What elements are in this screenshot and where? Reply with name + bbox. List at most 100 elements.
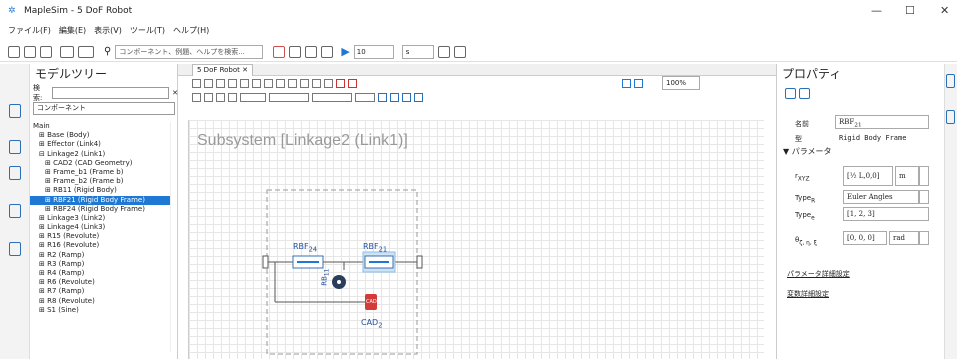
typer-select[interactable]: Euler Angles — [843, 190, 919, 204]
dropdown-icon[interactable] — [919, 231, 929, 245]
run-simulation-icon[interactable]: ▶ — [341, 45, 349, 58]
up-icon[interactable] — [204, 78, 213, 88]
theta-unit-select[interactable]: rad — [889, 231, 919, 245]
hierarchy-tab-icon[interactable] — [9, 166, 21, 180]
menu-help[interactable]: ヘルプ(H) — [173, 25, 209, 39]
stop-icon[interactable] — [348, 78, 357, 88]
maximize-button[interactable]: ☐ — [905, 4, 915, 17]
tree-item[interactable]: ⊞ R15 (Revolute) — [30, 232, 170, 241]
align-right-icon[interactable] — [402, 92, 411, 102]
minimize-button[interactable]: — — [871, 4, 882, 17]
theta-field[interactable]: [0, 0, 0] — [843, 231, 887, 245]
tree-item[interactable]: ⊟ Linkage2 (Link1) — [30, 150, 170, 159]
align-icon[interactable] — [288, 78, 297, 88]
parameter-details-link[interactable]: パラメータ詳細設定 — [787, 269, 850, 279]
menu-view[interactable]: 表示(V) — [94, 25, 122, 39]
align-center-icon[interactable] — [390, 92, 399, 102]
name-field[interactable]: RBF21 — [835, 115, 929, 129]
dropdown-icon[interactable] — [919, 190, 929, 204]
menu-file[interactable]: ファイル(F) — [8, 25, 51, 39]
tree-item[interactable]: ⊞ Linkage4 (Link3) — [30, 223, 170, 232]
break-icon[interactable] — [336, 78, 345, 88]
tree-item[interactable]: ⊞ RBF24 (Rigid Body Frame) — [30, 205, 170, 214]
plot-icon[interactable] — [273, 45, 286, 58]
view-mode-icon[interactable] — [622, 78, 631, 88]
rxyz-field[interactable]: [½ L,0,0] — [843, 166, 893, 186]
flip-icon[interactable] — [324, 78, 333, 88]
list-view-icon[interactable] — [799, 88, 810, 99]
subsystem-icon[interactable] — [264, 78, 273, 88]
distribute-icon[interactable] — [300, 78, 309, 88]
tree-item[interactable]: ⊞ S1 (Sine) — [30, 306, 170, 315]
tree-item[interactable]: ⊞ Frame_b2 (Frame b) — [30, 177, 170, 186]
zoom-select[interactable]: 100% — [662, 76, 700, 90]
align-top-icon[interactable] — [414, 92, 423, 102]
home-icon[interactable] — [192, 78, 201, 88]
tree-item[interactable]: ⊞ R4 (Ramp) — [30, 269, 170, 278]
lock-icon[interactable] — [946, 74, 955, 88]
group-icon[interactable] — [276, 78, 285, 88]
grid-view-icon[interactable] — [785, 88, 796, 99]
rxyz-unit-select[interactable]: m — [895, 166, 919, 186]
frame-b1-port[interactable] — [262, 255, 269, 269]
layout-icon[interactable] — [228, 78, 237, 88]
frame-b2-port[interactable] — [416, 255, 423, 269]
tree-item[interactable]: ⊞ R16 (Revolute) — [30, 241, 170, 250]
tree-item[interactable]: ⊞ CAD2 (CAD Geometry) — [30, 159, 170, 168]
tree-item[interactable]: ⊞ R6 (Revolute) — [30, 278, 170, 287]
tree-item[interactable]: ⊞ Base (Body) — [30, 131, 170, 140]
tree-item[interactable]: ⊞ RBF21 (Rigid Body Frame) — [30, 195, 170, 205]
component-search-input[interactable]: コンポーネント、例題、ヘルプを検索... — [115, 44, 264, 59]
tree-scrollbar[interactable] — [170, 122, 178, 352]
doc-icon[interactable] — [946, 110, 955, 124]
ellipse-icon[interactable] — [228, 92, 237, 102]
model-tree-tab-icon[interactable] — [9, 104, 21, 118]
tree-item[interactable]: ⊞ Effector (Link4) — [30, 140, 170, 149]
color-picker-icon[interactable] — [240, 92, 266, 102]
menu-tools[interactable]: ツール(T) — [130, 25, 165, 39]
table-icon[interactable] — [305, 45, 318, 58]
tree-item[interactable]: Main — [30, 122, 170, 131]
search-tab-icon[interactable] — [9, 140, 21, 154]
arrange-icon[interactable] — [355, 92, 375, 102]
line-icon[interactable] — [204, 92, 213, 102]
typee-field[interactable]: [1, 2, 3] — [843, 207, 929, 221]
param-icon[interactable] — [252, 78, 261, 88]
fill-color-icon[interactable] — [269, 92, 309, 102]
probe-icon[interactable] — [634, 78, 643, 88]
attachments-tab-icon[interactable] — [9, 204, 21, 218]
tree-item[interactable]: ⊞ R8 (Revolute) — [30, 297, 170, 306]
tree-item[interactable]: ⊞ R3 (Ramp) — [30, 260, 170, 269]
variable-details-link[interactable]: 変数詳細設定 — [787, 289, 829, 299]
time-unit-select[interactable]: s — [401, 44, 434, 59]
formula-icon[interactable] — [78, 45, 94, 58]
tab-5dof-robot[interactable]: 5 DoF Robot ✕ — [192, 64, 254, 76]
settings-icon[interactable] — [437, 45, 450, 58]
text-icon[interactable] — [192, 92, 201, 102]
save-icon[interactable] — [40, 45, 52, 58]
line-style-icon[interactable] — [312, 92, 352, 102]
rect-icon[interactable] — [216, 92, 225, 102]
export-icon[interactable] — [321, 45, 334, 58]
tree-item[interactable]: ⊞ RB11 (Rigid Body) — [30, 186, 170, 195]
tree-item[interactable]: ⊞ R7 (Ramp) — [30, 287, 170, 296]
parameters-section[interactable]: ▼ パラメータ — [783, 146, 831, 157]
tree-item[interactable]: ⊞ Linkage3 (Link2) — [30, 214, 170, 223]
tree-icon[interactable] — [289, 45, 302, 58]
tree-search-input[interactable] — [51, 87, 170, 99]
open-file-icon[interactable] — [24, 45, 36, 58]
align-left-icon[interactable] — [378, 92, 387, 102]
new-file-icon[interactable] — [8, 45, 20, 58]
tree-item[interactable]: ⊞ Frame_b1 (Frame b) — [30, 168, 170, 177]
tree-filter-select[interactable]: コンポーネント — [33, 102, 175, 115]
attach-icon[interactable] — [60, 45, 74, 58]
library-tab-icon[interactable] — [9, 242, 21, 256]
tree-item[interactable]: ⊞ R2 (Ramp) — [30, 251, 170, 260]
close-button[interactable]: ✕ — [940, 4, 949, 17]
menu-edit[interactable]: 編集(E) — [59, 25, 86, 39]
diagram-canvas[interactable]: Subsystem [Linkage2 (Link1)] RBF24 RBF21… — [188, 120, 764, 359]
snapshot-icon[interactable] — [453, 45, 466, 58]
down-icon[interactable] — [216, 78, 225, 88]
tab-close-icon[interactable]: ✕ — [242, 66, 248, 74]
grid-icon[interactable] — [240, 78, 249, 88]
